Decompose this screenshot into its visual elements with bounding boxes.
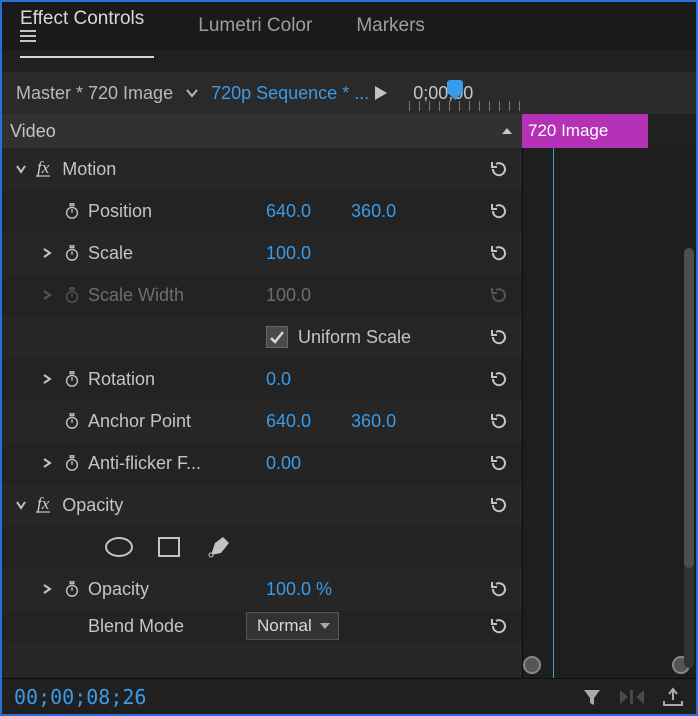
reset-button[interactable]	[486, 450, 512, 476]
reset-button[interactable]	[486, 576, 512, 602]
breadcrumb-row: Master * 720 Image 720p Sequence * ... 0…	[2, 72, 696, 114]
scale-width-label: Scale Width	[88, 285, 184, 306]
prop-scale: Scale 100.0	[2, 232, 522, 274]
tab-lumetri-color[interactable]: Lumetri Color	[198, 9, 312, 51]
antiflicker-label: Anti-flicker F...	[88, 453, 201, 474]
effect-opacity[interactable]: fx Opacity	[2, 484, 522, 526]
tick-marks	[409, 101, 696, 115]
prop-antiflicker: Anti-flicker F... 0.00	[2, 442, 522, 484]
reset-button[interactable]	[486, 324, 512, 350]
motion-label: Motion	[62, 159, 116, 180]
reset-button[interactable]	[486, 492, 512, 518]
chevron-right-icon[interactable]	[42, 247, 56, 259]
scrollbar-thumb[interactable]	[684, 248, 694, 568]
chevron-down-icon[interactable]	[15, 164, 29, 174]
position-label: Position	[88, 201, 152, 222]
tab-markers[interactable]: Markers	[356, 9, 425, 51]
status-bar: 00;00;08;26	[2, 678, 696, 714]
effect-controls-panel: Effect Controls Lumetri Color Markers Ma…	[2, 2, 696, 714]
mini-timeline[interactable]: 0;00;00	[409, 83, 696, 104]
chevron-down-icon[interactable]	[185, 88, 199, 98]
scale-label: Scale	[88, 243, 133, 264]
antiflicker-value[interactable]: 0.00	[266, 453, 301, 474]
anchor-x-value[interactable]: 640.0	[266, 411, 311, 432]
zoom-handle-left[interactable]	[523, 656, 541, 674]
blend-mode-label: Blend Mode	[88, 616, 184, 637]
property-list: fx Motion Position 640.0 360.0	[2, 148, 522, 678]
anchor-label: Anchor Point	[88, 411, 191, 432]
stopwatch-icon[interactable]	[62, 579, 82, 599]
prop-opacity: Opacity 100.0 %	[2, 568, 522, 610]
opacity-effect-label: Opacity	[62, 495, 123, 516]
breadcrumb-sequence[interactable]: 720p Sequence * ...	[205, 79, 375, 108]
rotation-value[interactable]: 0.0	[266, 369, 291, 390]
opacity-prop-label: Opacity	[88, 579, 149, 600]
playhead-icon[interactable]	[447, 80, 463, 94]
blend-mode-select[interactable]: Normal	[246, 612, 339, 640]
prop-position: Position 640.0 360.0	[2, 190, 522, 232]
prop-uniform-scale: Uniform Scale	[2, 316, 522, 358]
caret-up-icon	[500, 126, 514, 136]
reset-button[interactable]	[486, 198, 512, 224]
reset-button[interactable]	[486, 156, 512, 182]
stopwatch-icon	[62, 285, 82, 305]
scale-value[interactable]: 100.0	[266, 243, 311, 264]
reset-button[interactable]	[486, 240, 512, 266]
chevron-right-icon[interactable]	[42, 373, 56, 385]
mask-tools-row	[2, 526, 522, 568]
play-around-icon[interactable]	[620, 688, 644, 706]
tab-effect-controls[interactable]: Effect Controls	[20, 2, 154, 58]
stopwatch-icon[interactable]	[62, 369, 82, 389]
prop-rotation: Rotation 0.0	[2, 358, 522, 400]
mini-play-button[interactable]	[375, 86, 409, 100]
property-area: fx Motion Position 640.0 360.0	[2, 148, 696, 678]
anchor-y-value[interactable]: 360.0	[351, 411, 396, 432]
rotation-label: Rotation	[88, 369, 155, 390]
filter-icon[interactable]	[582, 687, 602, 707]
section-label: Video	[10, 121, 500, 142]
rectangle-mask-icon[interactable]	[152, 534, 186, 560]
scale-width-value: 100.0	[266, 285, 311, 306]
pen-mask-icon[interactable]	[202, 534, 236, 560]
clip-label: 720 Image	[528, 121, 608, 141]
reset-button[interactable]	[486, 613, 512, 639]
section-header-video[interactable]: Video	[2, 114, 522, 148]
playhead-line	[553, 148, 554, 678]
tab-bar: Effect Controls Lumetri Color Markers	[2, 2, 696, 50]
clip-bar[interactable]: 720 Image	[522, 114, 648, 148]
prop-anchor-point: Anchor Point 640.0 360.0	[2, 400, 522, 442]
current-timecode[interactable]: 00;00;08;26	[14, 685, 582, 709]
keyframe-timeline[interactable]	[522, 148, 696, 678]
stopwatch-icon[interactable]	[62, 453, 82, 473]
uniform-scale-label: Uniform Scale	[298, 327, 411, 348]
export-icon[interactable]	[662, 687, 684, 707]
fx-badge-icon[interactable]: fx	[36, 161, 50, 177]
ellipse-mask-icon[interactable]	[102, 534, 136, 560]
stopwatch-icon[interactable]	[62, 411, 82, 431]
chevron-down-icon[interactable]	[15, 500, 29, 510]
prop-blend-mode: Blend Mode Normal	[2, 610, 522, 642]
stopwatch-icon[interactable]	[62, 243, 82, 263]
reset-button[interactable]	[486, 366, 512, 392]
fx-badge-icon[interactable]: fx	[36, 497, 50, 513]
tab-label: Effect Controls	[20, 8, 144, 29]
position-y-value[interactable]: 360.0	[351, 201, 396, 222]
reset-button[interactable]	[486, 408, 512, 434]
opacity-value[interactable]: 100.0 %	[266, 579, 332, 600]
uniform-scale-checkbox[interactable]	[266, 326, 288, 348]
effect-motion[interactable]: fx Motion	[2, 148, 522, 190]
panel-menu-icon[interactable]	[20, 30, 154, 42]
prop-scale-width: Scale Width 100.0	[2, 274, 522, 316]
stopwatch-icon[interactable]	[62, 201, 82, 221]
position-x-value[interactable]: 640.0	[266, 201, 311, 222]
chevron-right-icon[interactable]	[42, 583, 56, 595]
chevron-right-icon	[42, 289, 56, 301]
chevron-right-icon[interactable]	[42, 457, 56, 469]
mini-timecode: 0;00;00	[413, 83, 473, 103]
breadcrumb-master[interactable]: Master * 720 Image	[10, 79, 179, 108]
reset-button	[486, 282, 512, 308]
vertical-scrollbar[interactable]	[684, 248, 694, 668]
